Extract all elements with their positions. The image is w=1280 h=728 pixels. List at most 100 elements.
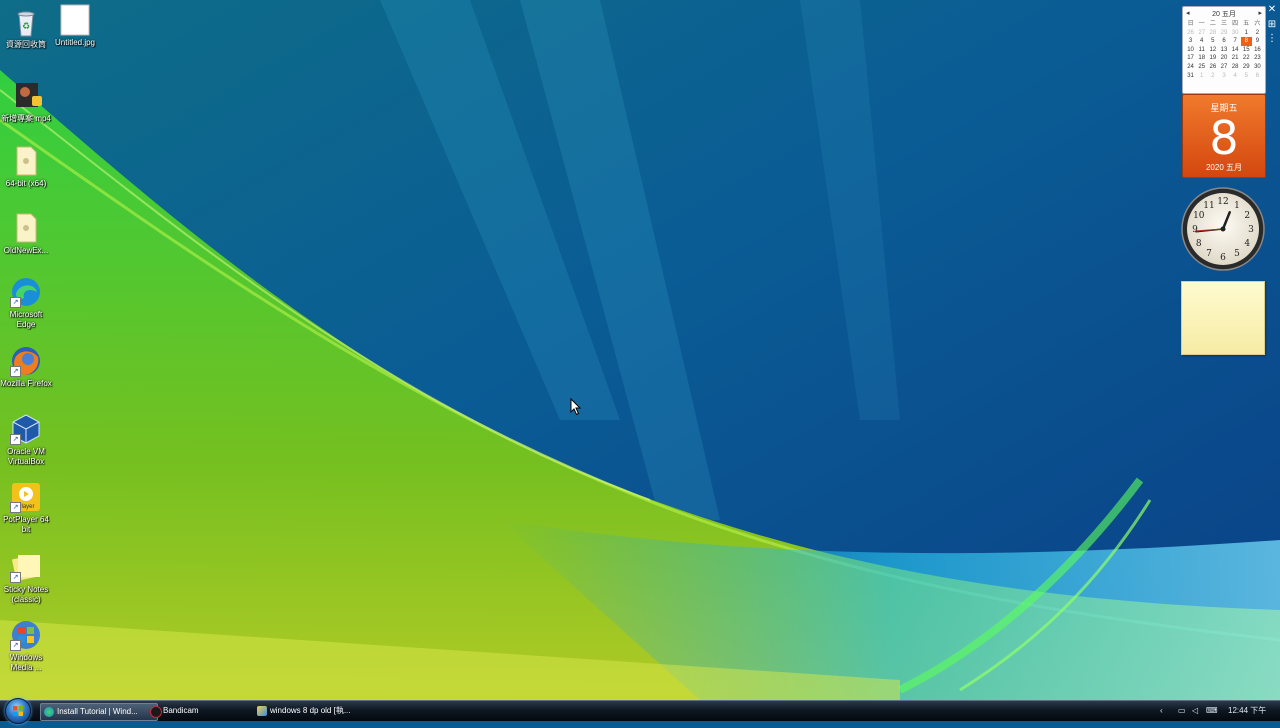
- calendar-day-cell[interactable]: 3: [1218, 72, 1229, 81]
- shortcut-arrow-icon: ↗: [10, 297, 21, 308]
- calendar-day-cell[interactable]: 11: [1196, 46, 1207, 55]
- calendar-month-gadget[interactable]: ◂ 20 五月 ▸ 日一二三四五六 26 27 28 29 30 1 2 3 4 5 6 7 8 9 10 11…: [1182, 6, 1266, 94]
- calendar-day-cell[interactable]: 24: [1185, 63, 1196, 72]
- taskbar-button-bandicam[interactable]: Bandicam: [147, 703, 263, 719]
- sidebar-close-icon[interactable]: ✕: [1266, 4, 1278, 16]
- calendar-day-cell[interactable]: 17: [1185, 54, 1196, 63]
- calendar-day-cell[interactable]: 29: [1241, 63, 1252, 72]
- shortcut-arrow-icon: ↗: [10, 434, 21, 445]
- calendar-day-cell[interactable]: 2: [1207, 72, 1218, 81]
- calendar-day-cell[interactable]: 8: [1240, 37, 1252, 46]
- clock-numeral: 9: [1192, 225, 1198, 235]
- calendar-day-cell[interactable]: 15: [1241, 46, 1252, 55]
- sidebar-add-gadget-icon[interactable]: ⊞: [1266, 19, 1278, 31]
- shortcut-arrow-icon: ↗: [10, 572, 21, 583]
- taskbar-button-install-tutorial[interactable]: Install Tutorial | Wind...: [40, 703, 158, 721]
- calendar-day-cell[interactable]: 2: [1252, 29, 1263, 38]
- calendar-day-cell[interactable]: 6: [1218, 37, 1229, 46]
- clock-gadget[interactable]: 12 12 3 45678 9 1011: [1180, 186, 1266, 272]
- desktop-icon-mozilla-firefox[interactable]: ↗ Mozilla Firefox: [0, 345, 52, 389]
- tray-expand-icon[interactable]: ‹: [1160, 704, 1163, 718]
- desktop-icon-sticky-notes[interactable]: ↗ Sticky Notes (classic): [0, 551, 52, 605]
- calendar-day-cell[interactable]: 25: [1196, 63, 1207, 72]
- calendar-day-cell[interactable]: 1: [1196, 72, 1207, 81]
- calendar-next-icon[interactable]: ▸: [1258, 9, 1262, 19]
- calendar-day-cell[interactable]: 18: [1196, 54, 1207, 63]
- calendar-day-cell[interactable]: 12: [1207, 46, 1218, 55]
- calendar-day-cell[interactable]: 3: [1185, 37, 1196, 46]
- calendar-day-cell[interactable]: 14: [1230, 46, 1241, 55]
- calendar-day-cell[interactable]: 26: [1185, 29, 1196, 38]
- calendar-day-cell[interactable]: 30: [1230, 29, 1241, 38]
- calendar-day-cell[interactable]: 23: [1252, 54, 1263, 63]
- desktop-icon-recycle-bin[interactable]: ♻ 資源回收筒: [0, 6, 52, 50]
- calendar-month-title: 20 五月: [1212, 11, 1236, 18]
- calendar-day-gadget[interactable]: 星期五 8 2020 五月: [1182, 94, 1266, 178]
- calendar-day-cell[interactable]: 10: [1185, 46, 1196, 55]
- desktop-icon-windows-media[interactable]: ↗ Windows Media ...: [0, 619, 52, 673]
- desktop-icon-label: Windows Media ...: [9, 653, 43, 672]
- clock-numeral: 11: [1203, 201, 1214, 211]
- calendar-day-cell[interactable]: 6: [1252, 72, 1263, 81]
- windows-logo-icon: [13, 706, 23, 716]
- desktop-icon-microsoft-edge[interactable]: ↗ Microsoft Edge: [0, 276, 52, 330]
- calendar-day-cell[interactable]: 29: [1218, 29, 1229, 38]
- image-file-icon: [59, 4, 91, 36]
- calendar-day-cell[interactable]: 28: [1230, 63, 1241, 72]
- network-icon[interactable]: ▭: [1178, 704, 1186, 718]
- calendar-day-cell[interactable]: 9: [1252, 37, 1263, 46]
- clock-numeral: 3: [1248, 225, 1254, 235]
- desktop-icon-label: OldNewEx...: [3, 246, 49, 255]
- calendar-day-cell[interactable]: 7: [1230, 37, 1241, 46]
- potplayer-icon: Player ↗: [10, 481, 42, 513]
- calendar-day-cell[interactable]: 19: [1207, 54, 1218, 63]
- calendar-day-cell[interactable]: 22: [1241, 54, 1252, 63]
- desktop-icon-oldnewex[interactable]: OldNewEx...: [0, 212, 52, 256]
- clock-numeral: 12: [1217, 197, 1228, 207]
- calendar-day-cell[interactable]: 28: [1207, 29, 1218, 38]
- recycle-bin-icon: ♻: [10, 6, 42, 38]
- calendar-day-cell[interactable]: 31: [1185, 72, 1196, 81]
- clock-numeral: 1: [1234, 201, 1240, 211]
- calendar-day-cell[interactable]: 21: [1230, 54, 1241, 63]
- folder-icon: [10, 212, 42, 244]
- calendar-day-cell[interactable]: 30: [1252, 63, 1263, 72]
- sticky-note-gadget[interactable]: [1181, 281, 1265, 355]
- clock-numeral: 6: [1220, 253, 1226, 263]
- calendar-prev-icon[interactable]: ◂: [1186, 9, 1190, 19]
- calendar-day-cell[interactable]: 5: [1207, 37, 1218, 46]
- calendar-day-cell[interactable]: 5: [1241, 72, 1252, 81]
- desktop-icon-label: Sticky Notes (classic): [3, 585, 49, 604]
- sidebar-grip-icon[interactable]: ⋮: [1266, 33, 1278, 45]
- desktop-icon-untitled-jpg[interactable]: Untitled.jpg: [49, 4, 101, 48]
- desktop-wallpaper: [0, 0, 1280, 720]
- clock-numeral: 5: [1234, 249, 1240, 259]
- clock-numeral: 4: [1244, 239, 1250, 249]
- start-button[interactable]: [5, 698, 31, 724]
- desktop-icon-new-project-mp4[interactable]: 新增專案 mp4: [0, 80, 52, 124]
- calendar-day-cell[interactable]: 27: [1218, 63, 1229, 72]
- volume-icon[interactable]: ◁: [1192, 704, 1198, 718]
- desktop-icon-virtualbox[interactable]: ↗ Oracle VM VirtualBox: [0, 413, 52, 467]
- calendar-weekday-header: 一: [1198, 21, 1205, 27]
- calendar-day-cell[interactable]: 13: [1218, 46, 1229, 55]
- calendar-day-cell[interactable]: 1: [1241, 29, 1252, 38]
- tray-clock[interactable]: 12:44 下午: [1228, 704, 1266, 718]
- calendar-day-cell[interactable]: 4: [1230, 72, 1241, 81]
- calendar-weekday-header: 四: [1232, 21, 1239, 27]
- clock-numeral: 2: [1244, 211, 1250, 221]
- folder-icon: [10, 145, 42, 177]
- calendar-day-cell[interactable]: 20: [1218, 54, 1229, 63]
- desktop-icon-64-bit[interactable]: 64-bit (x64): [0, 145, 52, 189]
- clock-numeral: 10: [1193, 211, 1205, 221]
- taskbar-button-paint[interactable]: windows 8 dp old [執...: [254, 703, 374, 719]
- video-file-icon: [10, 80, 42, 112]
- keyboard-icon[interactable]: ⌨: [1206, 704, 1218, 718]
- desktop-icon-potplayer[interactable]: Player ↗ PotPlayer 64 bit: [0, 481, 52, 535]
- calendar-day-cell[interactable]: 4: [1196, 37, 1207, 46]
- bandicam-icon: [150, 706, 162, 718]
- calendar-day-cell[interactable]: 26: [1207, 63, 1218, 72]
- calendar-day-cell[interactable]: 16: [1252, 46, 1263, 55]
- desktop-icon-label: Mozilla Firefox: [0, 379, 52, 388]
- calendar-day-cell[interactable]: 27: [1196, 29, 1207, 38]
